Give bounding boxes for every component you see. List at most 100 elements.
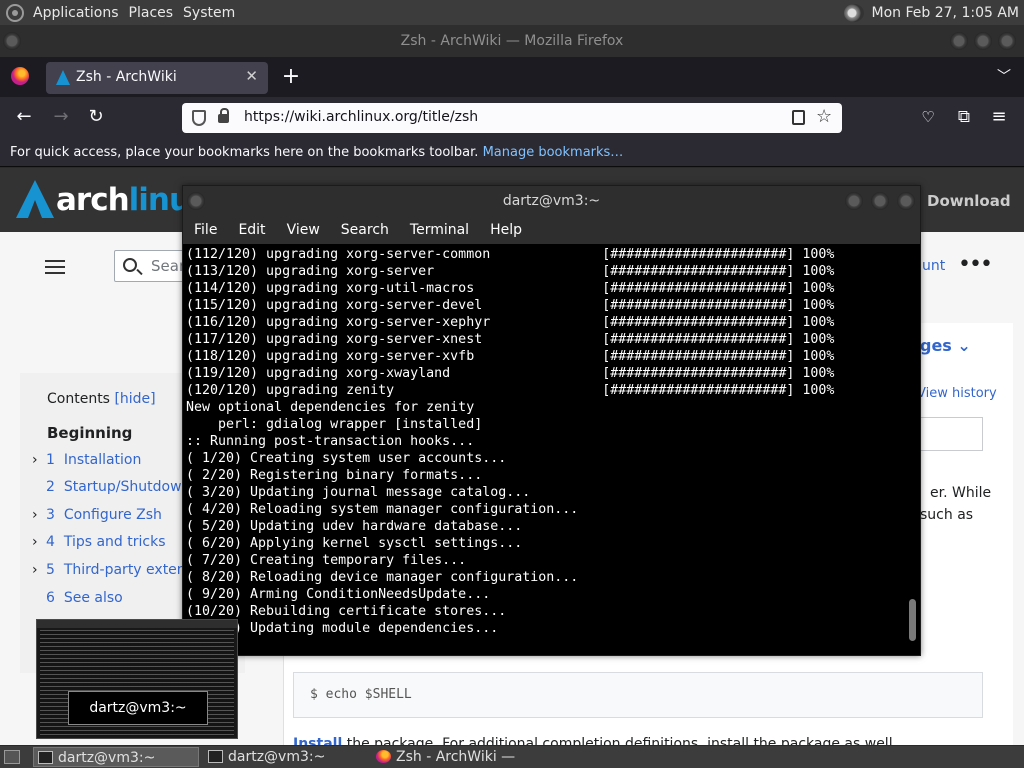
toc-title: Contents [hide] xyxy=(47,391,156,407)
terminal-close-button[interactable] xyxy=(897,192,915,210)
terminal-icon xyxy=(208,750,223,763)
url-bar[interactable]: https://wiki.archlinux.org/title/zsh ☆ xyxy=(182,103,842,133)
back-arrow-icon[interactable]: ← xyxy=(13,106,35,128)
toc-item[interactable]: 2 Startup/Shutdown fi xyxy=(32,479,204,495)
distro-logo-icon[interactable] xyxy=(6,3,24,22)
tab-zsh-archwiki[interactable]: Zsh - ArchWiki ✕ xyxy=(46,62,268,94)
pocket-icon[interactable]: ♡ xyxy=(917,106,939,128)
toc-item[interactable]: › 5 Third-party extensio xyxy=(32,562,205,578)
terminal-line: ( 8/20) Reloading device manager configu… xyxy=(186,570,579,585)
terminal-line: ( 5/20) Updating udev hardware database.… xyxy=(186,519,523,534)
terminal-menu-terminal[interactable]: Terminal xyxy=(399,222,479,238)
window-menu-button[interactable] xyxy=(3,32,21,50)
clock[interactable]: Mon Feb 27, 1:05 AM xyxy=(872,5,1019,21)
close-tab-icon[interactable]: ✕ xyxy=(245,67,258,85)
top-panel: Applications Places System Mon Feb 27, 1… xyxy=(0,0,1024,25)
terminal-line: (114/120) upgrading xorg-util-macros [##… xyxy=(186,281,835,296)
terminal-line: (113/120) upgrading xorg-server [#######… xyxy=(186,264,835,279)
applications-menu[interactable]: Applications xyxy=(28,5,124,21)
chevron-right-icon[interactable]: › xyxy=(32,534,46,550)
terminal-line: (120/120) upgrading zenity [############… xyxy=(186,383,835,398)
terminal-window-menu-button[interactable] xyxy=(187,192,205,210)
code-block: $ echo $SHELL xyxy=(293,672,983,718)
system-menu[interactable]: System xyxy=(178,5,240,21)
reader-view-icon[interactable] xyxy=(792,110,805,125)
terminal-line: ( 3/20) Updating journal message catalog… xyxy=(186,485,531,500)
article-text-fragment: such as xyxy=(920,507,974,523)
minimize-button[interactable] xyxy=(950,32,968,50)
url-text[interactable]: https://wiki.archlinux.org/title/zsh xyxy=(244,109,478,125)
install-link[interactable]: Install xyxy=(293,736,342,745)
more-options-icon[interactable]: ••• xyxy=(958,252,993,277)
chevron-right-icon[interactable]: › xyxy=(32,562,46,578)
arch-logo-icon xyxy=(16,180,54,218)
volume-icon[interactable] xyxy=(843,3,864,22)
terminal-menu-edit[interactable]: Edit xyxy=(227,222,275,238)
terminal-line: (118/120) upgrading xorg-server-xvfb [##… xyxy=(186,349,835,364)
main-menu-icon[interactable] xyxy=(45,260,65,274)
close-window-button[interactable] xyxy=(998,32,1016,50)
terminal-minimize-button[interactable] xyxy=(845,192,863,210)
terminal-line: (10/20) Rebuilding certificate stores... xyxy=(186,604,507,619)
chevron-right-icon[interactable]: › xyxy=(32,452,46,468)
preview-titlebar xyxy=(37,620,237,628)
chevron-right-icon[interactable]: › xyxy=(32,507,46,523)
show-desktop-icon[interactable] xyxy=(4,750,20,764)
taskbar-item-terminal-2[interactable]: dartz@vm3:~ xyxy=(204,747,368,767)
view-history-link[interactable]: View history xyxy=(917,386,997,401)
chevron-down-icon: ⌄ xyxy=(957,336,971,355)
new-tab-button[interactable]: + xyxy=(280,64,302,90)
languages-button[interactable]: ges ⌄ xyxy=(920,336,971,355)
terminal-menu-file[interactable]: File xyxy=(183,222,227,238)
firefox-icon xyxy=(376,750,391,763)
forward-arrow-icon[interactable]: → xyxy=(50,106,72,128)
search-icon xyxy=(123,258,137,272)
places-menu[interactable]: Places xyxy=(124,5,179,21)
toc-hide-link[interactable]: [hide] xyxy=(114,391,155,407)
toc-beginning[interactable]: Beginning xyxy=(47,424,132,442)
create-account-link[interactable]: unt xyxy=(922,258,945,274)
terminal-line: (116/120) upgrading xorg-server-xephyr [… xyxy=(186,315,835,330)
terminal-maximize-button[interactable] xyxy=(871,192,889,210)
terminal-menu-search[interactable]: Search xyxy=(330,222,399,238)
reload-icon[interactable]: ↻ xyxy=(85,106,107,128)
scrollbar-thumb[interactable] xyxy=(909,599,916,641)
manage-bookmarks-link[interactable]: Manage bookmarks… xyxy=(483,145,624,160)
terminal-menubar: File Edit View Search Terminal Help xyxy=(183,216,920,244)
download-link[interactable]: Download xyxy=(927,192,1011,210)
extensions-puzzle-icon[interactable]: ⧉ xyxy=(953,106,975,128)
toc-item[interactable]: › 1 Installation xyxy=(32,452,141,468)
terminal-line: ( 9/20) Arming ConditionNeedsUpdate... xyxy=(186,587,491,602)
tracking-protection-shield-icon[interactable] xyxy=(192,110,206,126)
terminal-output[interactable]: (112/120) upgrading xorg-server-common [… xyxy=(183,244,905,655)
terminal-menu-help[interactable]: Help xyxy=(479,222,532,238)
terminal-line: (115/120) upgrading xorg-server-devel [#… xyxy=(186,298,835,313)
firefox-view-icon[interactable] xyxy=(11,67,29,85)
list-all-tabs-chevron-icon[interactable]: ﹀ xyxy=(995,66,1013,86)
terminal-line: ( 6/20) Applying kernel sysctl settings.… xyxy=(186,536,523,551)
terminal-titlebar[interactable]: dartz@vm3:~ xyxy=(183,186,920,216)
terminal-scrollbar[interactable] xyxy=(905,244,920,655)
terminal-line: New optional dependencies for zenity xyxy=(186,400,475,415)
terminal-window[interactable]: dartz@vm3:~ File Edit View Search Termin… xyxy=(182,185,921,656)
bookmark-star-icon[interactable]: ☆ xyxy=(816,106,832,127)
lock-icon[interactable] xyxy=(218,108,229,123)
toc-item[interactable]: › 3 Configure Zsh xyxy=(32,507,162,523)
toc-item[interactable]: 6 See also xyxy=(32,590,123,606)
terminal-title: dartz@vm3:~ xyxy=(502,193,601,209)
firefox-window-titlebar[interactable]: Zsh - ArchWiki — Mozilla Firefox xyxy=(0,25,1024,57)
terminal-menu-view[interactable]: View xyxy=(276,222,330,238)
toc-item[interactable]: › 4 Tips and tricks xyxy=(32,534,166,550)
taskbar-item-terminal-1[interactable]: dartz@vm3:~ xyxy=(33,747,199,767)
article-text-fragment: er. While xyxy=(930,485,992,501)
terminal-line: (112/120) upgrading xorg-server-common [… xyxy=(186,247,835,262)
maximize-button[interactable] xyxy=(974,32,992,50)
terminal-icon xyxy=(38,751,53,764)
terminal-line: ( 2/20) Registering binary formats... xyxy=(186,468,483,483)
window-preview-thumbnail[interactable]: dartz@vm3:~ xyxy=(36,619,238,739)
taskbar-item-firefox[interactable]: Zsh - ArchWiki — M... xyxy=(372,747,542,767)
archwiki-favicon-icon xyxy=(56,70,70,85)
desktop-screen: Applications Places System Mon Feb 27, 1… xyxy=(0,0,1024,768)
app-menu-hamburger-icon[interactable]: ≡ xyxy=(988,106,1010,128)
info-box xyxy=(913,417,983,451)
